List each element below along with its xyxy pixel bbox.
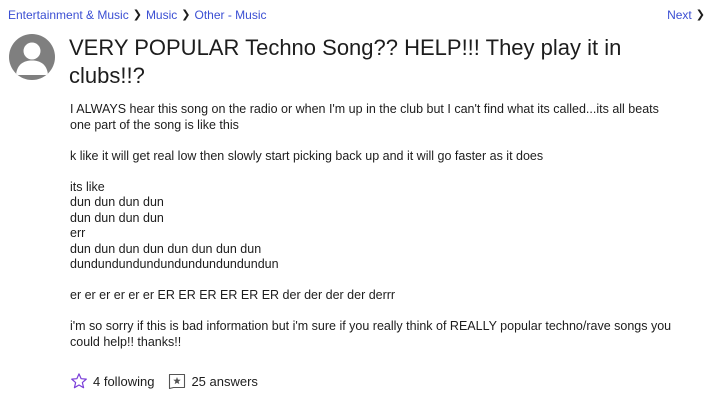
question-title: VERY POPULAR Techno Song?? HELP!!! They … [69,35,622,88]
star-icon [71,373,87,389]
answers-button[interactable]: 25 answers [168,373,258,389]
question-body: I ALWAYS hear this song on the radio or … [70,102,710,366]
breadcrumb: Entertainment & Music ❯ Music ❯ Other - Musi… [8,8,267,22]
answers-count: 25 answers [191,373,258,389]
chevron-right-icon: ❯ [132,9,142,21]
question-paragraph: k like it will get real low then slowly … [70,148,544,163]
question-paragraph: I ALWAYS hear this song on the radio or … [70,102,659,132]
chevron-right-icon: ❯ [181,9,191,21]
breadcrumb-music[interactable]: Music [146,8,177,22]
breadcrumb-bar: Entertainment & Music ❯ Music ❯ Other - Musi… [8,8,705,24]
next-link[interactable]: Next [667,8,692,22]
question-paragraph: its like dun dun dun dun dun dun dun dun… [70,179,279,272]
next-link-container: Next ❯ [667,8,705,22]
avatar[interactable] [9,34,55,80]
question-paragraph: er er er er er er ER ER ER ER ER ER der … [70,288,396,302]
question-paragraph: i'm so sorry if this is bad information … [70,319,672,349]
answer-icon [169,373,186,389]
follow-button[interactable]: 4 following [70,372,154,390]
chevron-right-icon: ❯ [695,9,705,21]
breadcrumb-other-music[interactable]: Other - Music [195,8,267,22]
breadcrumb-entertainment-music[interactable]: Entertainment & Music [8,8,129,22]
user-icon [16,42,48,75]
question-actions: 4 following 25 answers [70,372,258,390]
following-count: 4 following [93,373,155,389]
